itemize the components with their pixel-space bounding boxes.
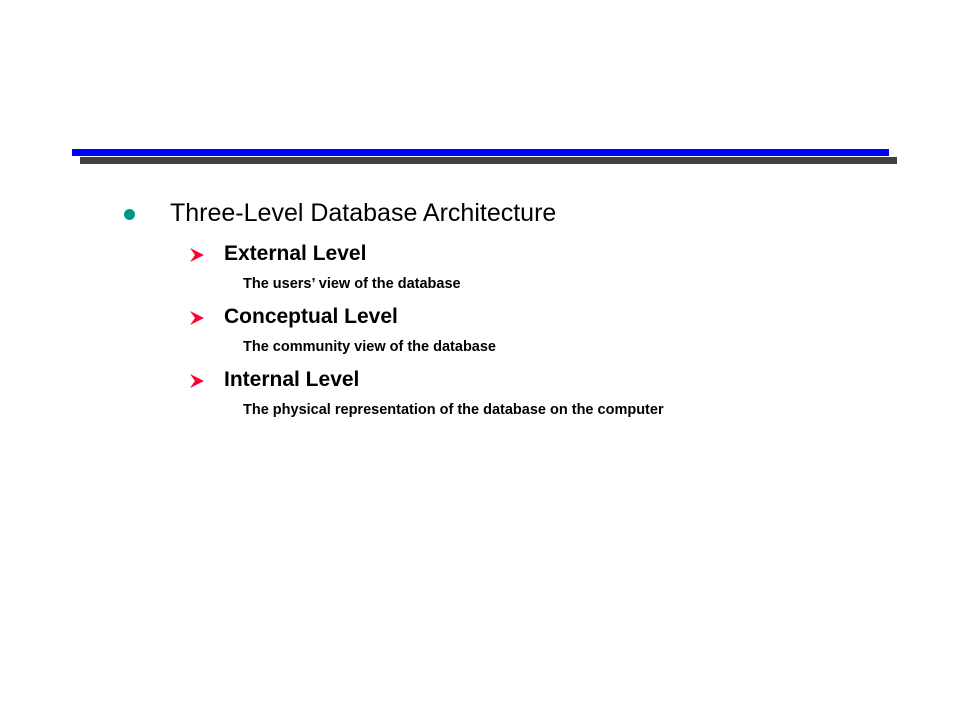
title-rule-shadow — [80, 157, 897, 164]
arrow-bullet-icon — [190, 248, 204, 262]
title-rule-blue — [72, 149, 889, 156]
round-bullet-icon — [124, 209, 135, 220]
level-heading: Conceptual Level — [224, 305, 398, 328]
arrow-bullet-icon — [190, 311, 204, 325]
main-bullet-text: Three-Level Database Architecture — [170, 199, 557, 227]
level-description: The community view of the database — [243, 339, 496, 355]
level-description: The physical representation of the datab… — [243, 402, 664, 418]
arrow-bullet-icon — [190, 374, 204, 388]
level-heading: External Level — [224, 242, 367, 265]
level-description: The users’ view of the database — [243, 276, 461, 292]
level-heading: Internal Level — [224, 368, 360, 391]
